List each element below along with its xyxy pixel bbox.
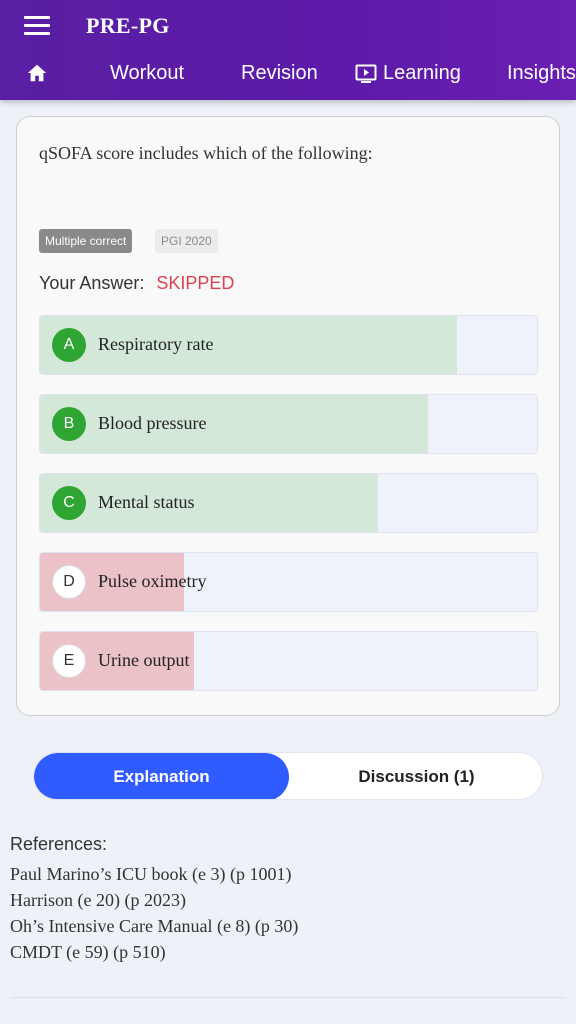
option-a-text: Respiratory rate — [98, 334, 214, 354]
your-answer: Your Answer: SKIPPED — [39, 273, 234, 294]
play-screen-icon — [355, 64, 377, 83]
menu-icon[interactable] — [24, 16, 50, 36]
option-b[interactable]: B Blood pressure — [39, 394, 538, 454]
option-c[interactable]: C Mental status — [39, 473, 538, 533]
nav-item-workout[interactable]: Workout — [110, 62, 184, 85]
option-c-fill — [40, 474, 378, 532]
option-b-text: Blood pressure — [98, 413, 207, 433]
reference-item: Harrison (e 20) (p 2023) — [10, 890, 186, 910]
option-a[interactable]: A Respiratory rate — [39, 315, 538, 375]
reference-item: Paul Marino’s ICU book (e 3) (p 1001) — [10, 864, 292, 884]
references-section: References: Paul Marino’s ICU book (e 3)… — [10, 834, 566, 965]
section-divider — [10, 997, 566, 998]
option-b-letter: B — [52, 407, 86, 441]
tab-explanation[interactable]: Explanation — [34, 753, 289, 799]
exam-tag: PGI 2020 — [155, 229, 218, 253]
nav-item-revision[interactable]: Revision — [241, 62, 318, 85]
top-nav: Workout Revision Learning Insights — [0, 52, 576, 96]
option-d-text: Pulse oximetry — [98, 571, 207, 591]
option-e-letter: E — [52, 644, 86, 678]
nav-item-learning-label: Learning — [383, 62, 461, 84]
option-d-letter: D — [52, 565, 86, 599]
question-text: qSOFA score includes which of the follow… — [39, 143, 373, 163]
nav-item-insights[interactable]: Insights — [507, 62, 576, 85]
reference-item: Oh’s Intensive Care Manual (e 8) (p 30) — [10, 916, 299, 936]
nav-item-learning[interactable]: Learning — [355, 62, 461, 85]
home-icon[interactable] — [26, 62, 48, 84]
question-card: qSOFA score includes which of the follow… — [16, 116, 560, 716]
reference-item: CMDT (e 59) (p 510) — [10, 942, 166, 962]
question-type-tag: Multiple correct — [39, 229, 133, 253]
option-c-text: Mental status — [98, 492, 195, 512]
option-e-text: Urine output — [98, 650, 190, 670]
your-answer-label: Your Answer: — [39, 273, 145, 293]
app-title: PRE-PG — [86, 13, 170, 38]
app-header: PRE-PG Workout Revision Learning Insight… — [0, 0, 576, 100]
option-d[interactable]: D Pulse oximetry — [39, 552, 538, 612]
tab-discussion[interactable]: Discussion (1) — [289, 753, 542, 799]
explanation-discussion-tabs: Explanation Discussion (1) — [33, 752, 543, 800]
option-e[interactable]: E Urine output — [39, 631, 538, 691]
answer-status: SKIPPED — [156, 273, 235, 293]
option-a-letter: A — [52, 328, 86, 362]
option-c-letter: C — [52, 486, 86, 520]
references-title: References: — [10, 834, 108, 854]
